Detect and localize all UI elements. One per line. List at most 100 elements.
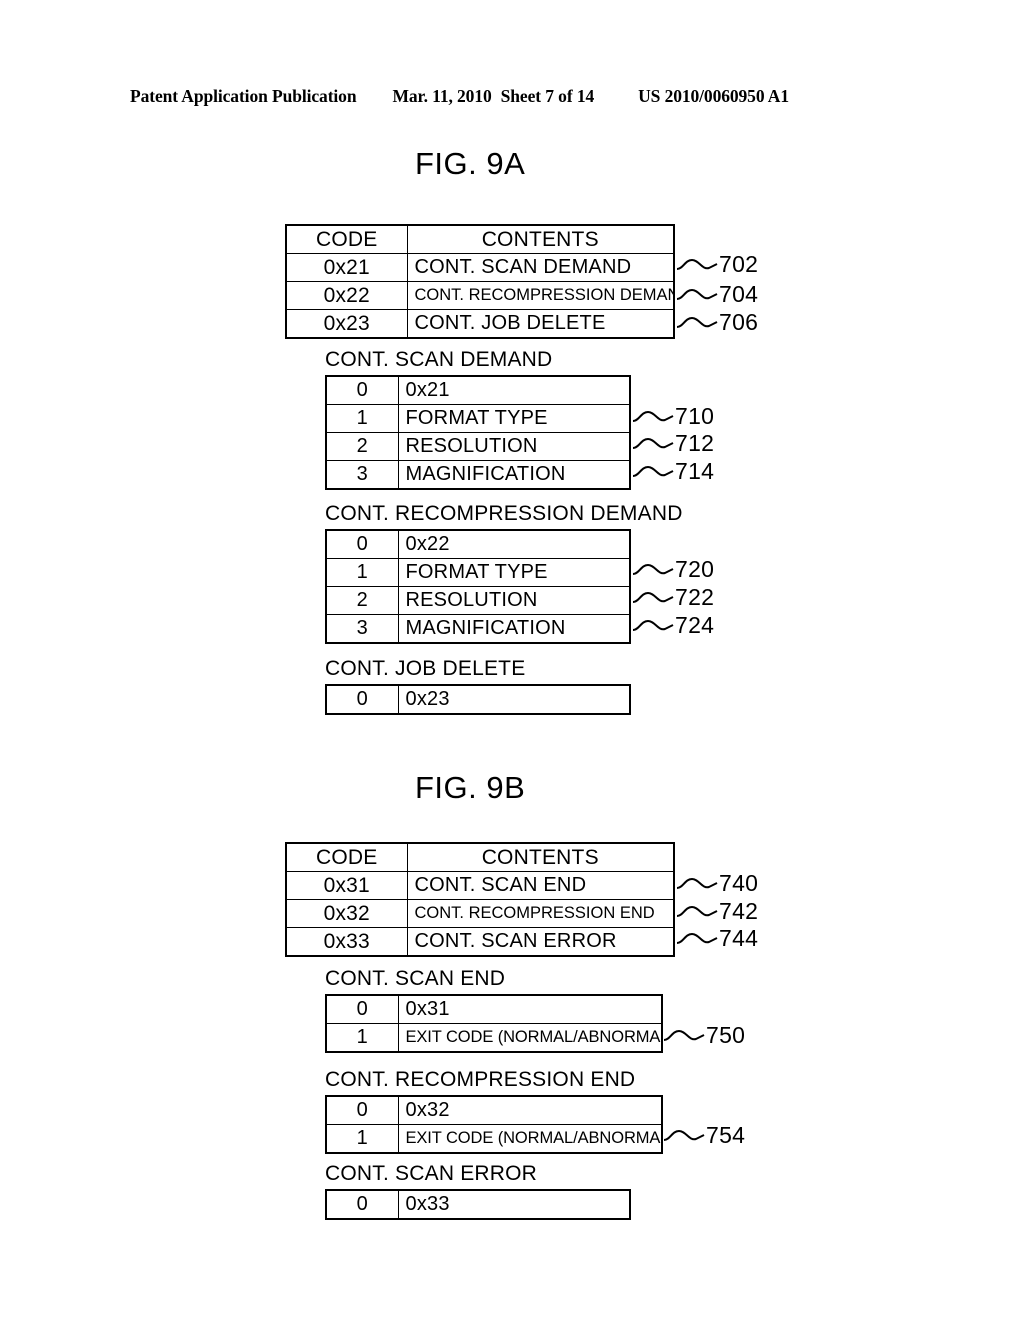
figure-9b-detail-block-recompression-end: CONT. RECOMPRESSION END 0 0x32 1 EXIT CO… [325, 1068, 663, 1155]
figure-9a-detail-block-scan-demand: CONT. SCAN DEMAND 0 0x21 1 FORMAT TYPE 2… [325, 348, 631, 491]
figure-9b-detail-block-scan-end: CONT. SCAN END 0 0x31 1 EXIT CODE (NORMA… [325, 967, 663, 1054]
table-row: 0 0x21 [325, 375, 631, 406]
header-publication: Patent Application Publication [130, 86, 357, 106]
reference-number: 754 [706, 1122, 746, 1148]
table-row: 0 0x22 [325, 529, 631, 560]
leader-line-icon [676, 932, 718, 944]
detail-table-caption: CONT. RECOMPRESSION END [325, 1068, 636, 1091]
figure-9b-detail-block-scan-error: CONT. SCAN ERROR 0 0x33 [325, 1162, 631, 1221]
cell-index: 0 [325, 529, 399, 560]
table-header-row: CODE CONTENTS [285, 842, 675, 872]
reference-number: 724 [675, 612, 715, 638]
cell-value: 0x21 [397, 375, 631, 406]
table-row: 3 MAGNIFICATION [325, 614, 631, 644]
leader-line-icon [632, 563, 674, 575]
figure-9a-detail-table-scan-demand: 0 0x21 1 FORMAT TYPE 2 RESOLUTION 3 MAGN… [325, 375, 631, 491]
figure-9a-detail-block-job-delete: CONT. JOB DELETE 0 0x23 [325, 657, 631, 716]
reference-number: 750 [706, 1022, 746, 1048]
cell-value: MAGNIFICATION [397, 614, 631, 644]
cell-code: 0x31 [285, 871, 408, 900]
cell-contents: CONT. SCAN DEMAND [406, 253, 675, 282]
reference-number: 742 [719, 898, 759, 924]
cell-index: 0 [325, 684, 399, 715]
table-row: 0x22 CONT. RECOMPRESSION DEMAND [285, 281, 675, 310]
reference-callout-740: 740 [676, 870, 758, 897]
cell-code: 0x23 [285, 309, 408, 339]
reference-callout-712: 712 [632, 430, 714, 457]
cell-code: 0x21 [285, 253, 408, 282]
cell-value: 0x23 [397, 684, 631, 715]
cell-code: 0x22 [285, 281, 408, 310]
detail-table-caption: CONT. SCAN DEMAND [325, 348, 553, 371]
page-header: Patent Application Publication Mar. 11, … [130, 86, 894, 107]
figure-title-9a: FIG. 9A [415, 146, 526, 181]
leader-line-icon [632, 437, 674, 449]
reference-number: 744 [719, 925, 759, 951]
column-header-contents: CONTENTS [406, 224, 675, 254]
cell-contents: CONT. SCAN END [406, 871, 675, 900]
cell-index: 2 [325, 432, 399, 462]
cell-value: MAGNIFICATION [397, 460, 631, 490]
reference-callout-754: 754 [663, 1122, 745, 1149]
cell-value: FORMAT TYPE [397, 558, 631, 588]
table-row: 1 EXIT CODE (NORMAL/ABNORMAL) [325, 1124, 663, 1154]
cell-index: 3 [325, 614, 399, 644]
cell-index: 0 [325, 994, 399, 1025]
cell-contents: CONT. JOB DELETE [406, 309, 675, 339]
cell-index: 1 [325, 1023, 399, 1053]
leader-line-icon [676, 288, 718, 300]
column-header-code: CODE [285, 842, 408, 872]
reference-callout-720: 720 [632, 556, 714, 583]
figure-9a-detail-table-job-delete: 0 0x23 [325, 684, 631, 716]
cell-index: 1 [325, 1124, 399, 1154]
cell-code: 0x33 [285, 927, 408, 957]
table-header-row: CODE CONTENTS [285, 224, 675, 254]
table-row: 1 FORMAT TYPE [325, 404, 631, 434]
reference-number: 710 [675, 403, 715, 429]
figure-9a-code-table-block: CODE CONTENTS 0x21 CONT. SCAN DEMAND 0x2… [285, 224, 675, 339]
figure-9b-detail-table-scan-error: 0 0x33 [325, 1189, 631, 1221]
cell-value: EXIT CODE (NORMAL/ABNORMAL) [397, 1124, 663, 1154]
leader-line-icon [663, 1129, 705, 1141]
reference-callout-706: 706 [676, 309, 758, 336]
leader-line-icon [676, 877, 718, 889]
table-row: 0 0x31 [325, 994, 663, 1025]
table-row: 0x21 CONT. SCAN DEMAND [285, 253, 675, 282]
cell-value: 0x22 [397, 529, 631, 560]
detail-table-caption: CONT. SCAN ERROR [325, 1162, 538, 1185]
leader-line-icon [676, 258, 718, 270]
cell-contents: CONT. RECOMPRESSION DEMAND [406, 281, 675, 310]
cell-index: 0 [325, 1095, 399, 1126]
leader-line-icon [632, 619, 674, 631]
figure-9b-code-table: CODE CONTENTS 0x31 CONT. SCAN END 0x32 C… [285, 842, 675, 957]
reference-number: 712 [675, 430, 715, 456]
header-date: Mar. 11, 2010 [392, 86, 492, 106]
reference-callout-702: 702 [676, 251, 758, 278]
reference-number: 722 [675, 584, 715, 610]
detail-table-caption: CONT. SCAN END [325, 967, 506, 990]
cell-index: 3 [325, 460, 399, 490]
table-row: 1 EXIT CODE (NORMAL/ABNORMAL) [325, 1023, 663, 1053]
cell-value: RESOLUTION [397, 432, 631, 462]
column-header-contents: CONTENTS [406, 842, 675, 872]
cell-value: 0x31 [397, 994, 663, 1025]
cell-code: 0x32 [285, 899, 408, 928]
reference-number: 702 [719, 251, 759, 277]
figure-9b-code-table-block: CODE CONTENTS 0x31 CONT. SCAN END 0x32 C… [285, 842, 675, 957]
cell-index: 2 [325, 586, 399, 616]
column-header-code: CODE [285, 224, 408, 254]
reference-number: 720 [675, 556, 715, 582]
figure-9a-detail-block-recompression-demand: CONT. RECOMPRESSION DEMAND 0 0x22 1 FORM… [325, 502, 683, 645]
detail-table-caption: CONT. JOB DELETE [325, 657, 526, 680]
table-row: 0x32 CONT. RECOMPRESSION END [285, 899, 675, 928]
reference-callout-742: 742 [676, 898, 758, 925]
figure-9a-code-table: CODE CONTENTS 0x21 CONT. SCAN DEMAND 0x2… [285, 224, 675, 339]
table-row: 0x31 CONT. SCAN END [285, 871, 675, 900]
figure-9b-detail-table-recompression-end: 0 0x32 1 EXIT CODE (NORMAL/ABNORMAL) [325, 1095, 663, 1155]
cell-index: 1 [325, 558, 399, 588]
table-row: 3 MAGNIFICATION [325, 460, 631, 490]
cell-value: EXIT CODE (NORMAL/ABNORMAL) [397, 1023, 663, 1053]
table-row: 0 0x23 [325, 684, 631, 715]
table-row: 0 0x33 [325, 1189, 631, 1220]
cell-contents: CONT. RECOMPRESSION END [406, 899, 675, 928]
